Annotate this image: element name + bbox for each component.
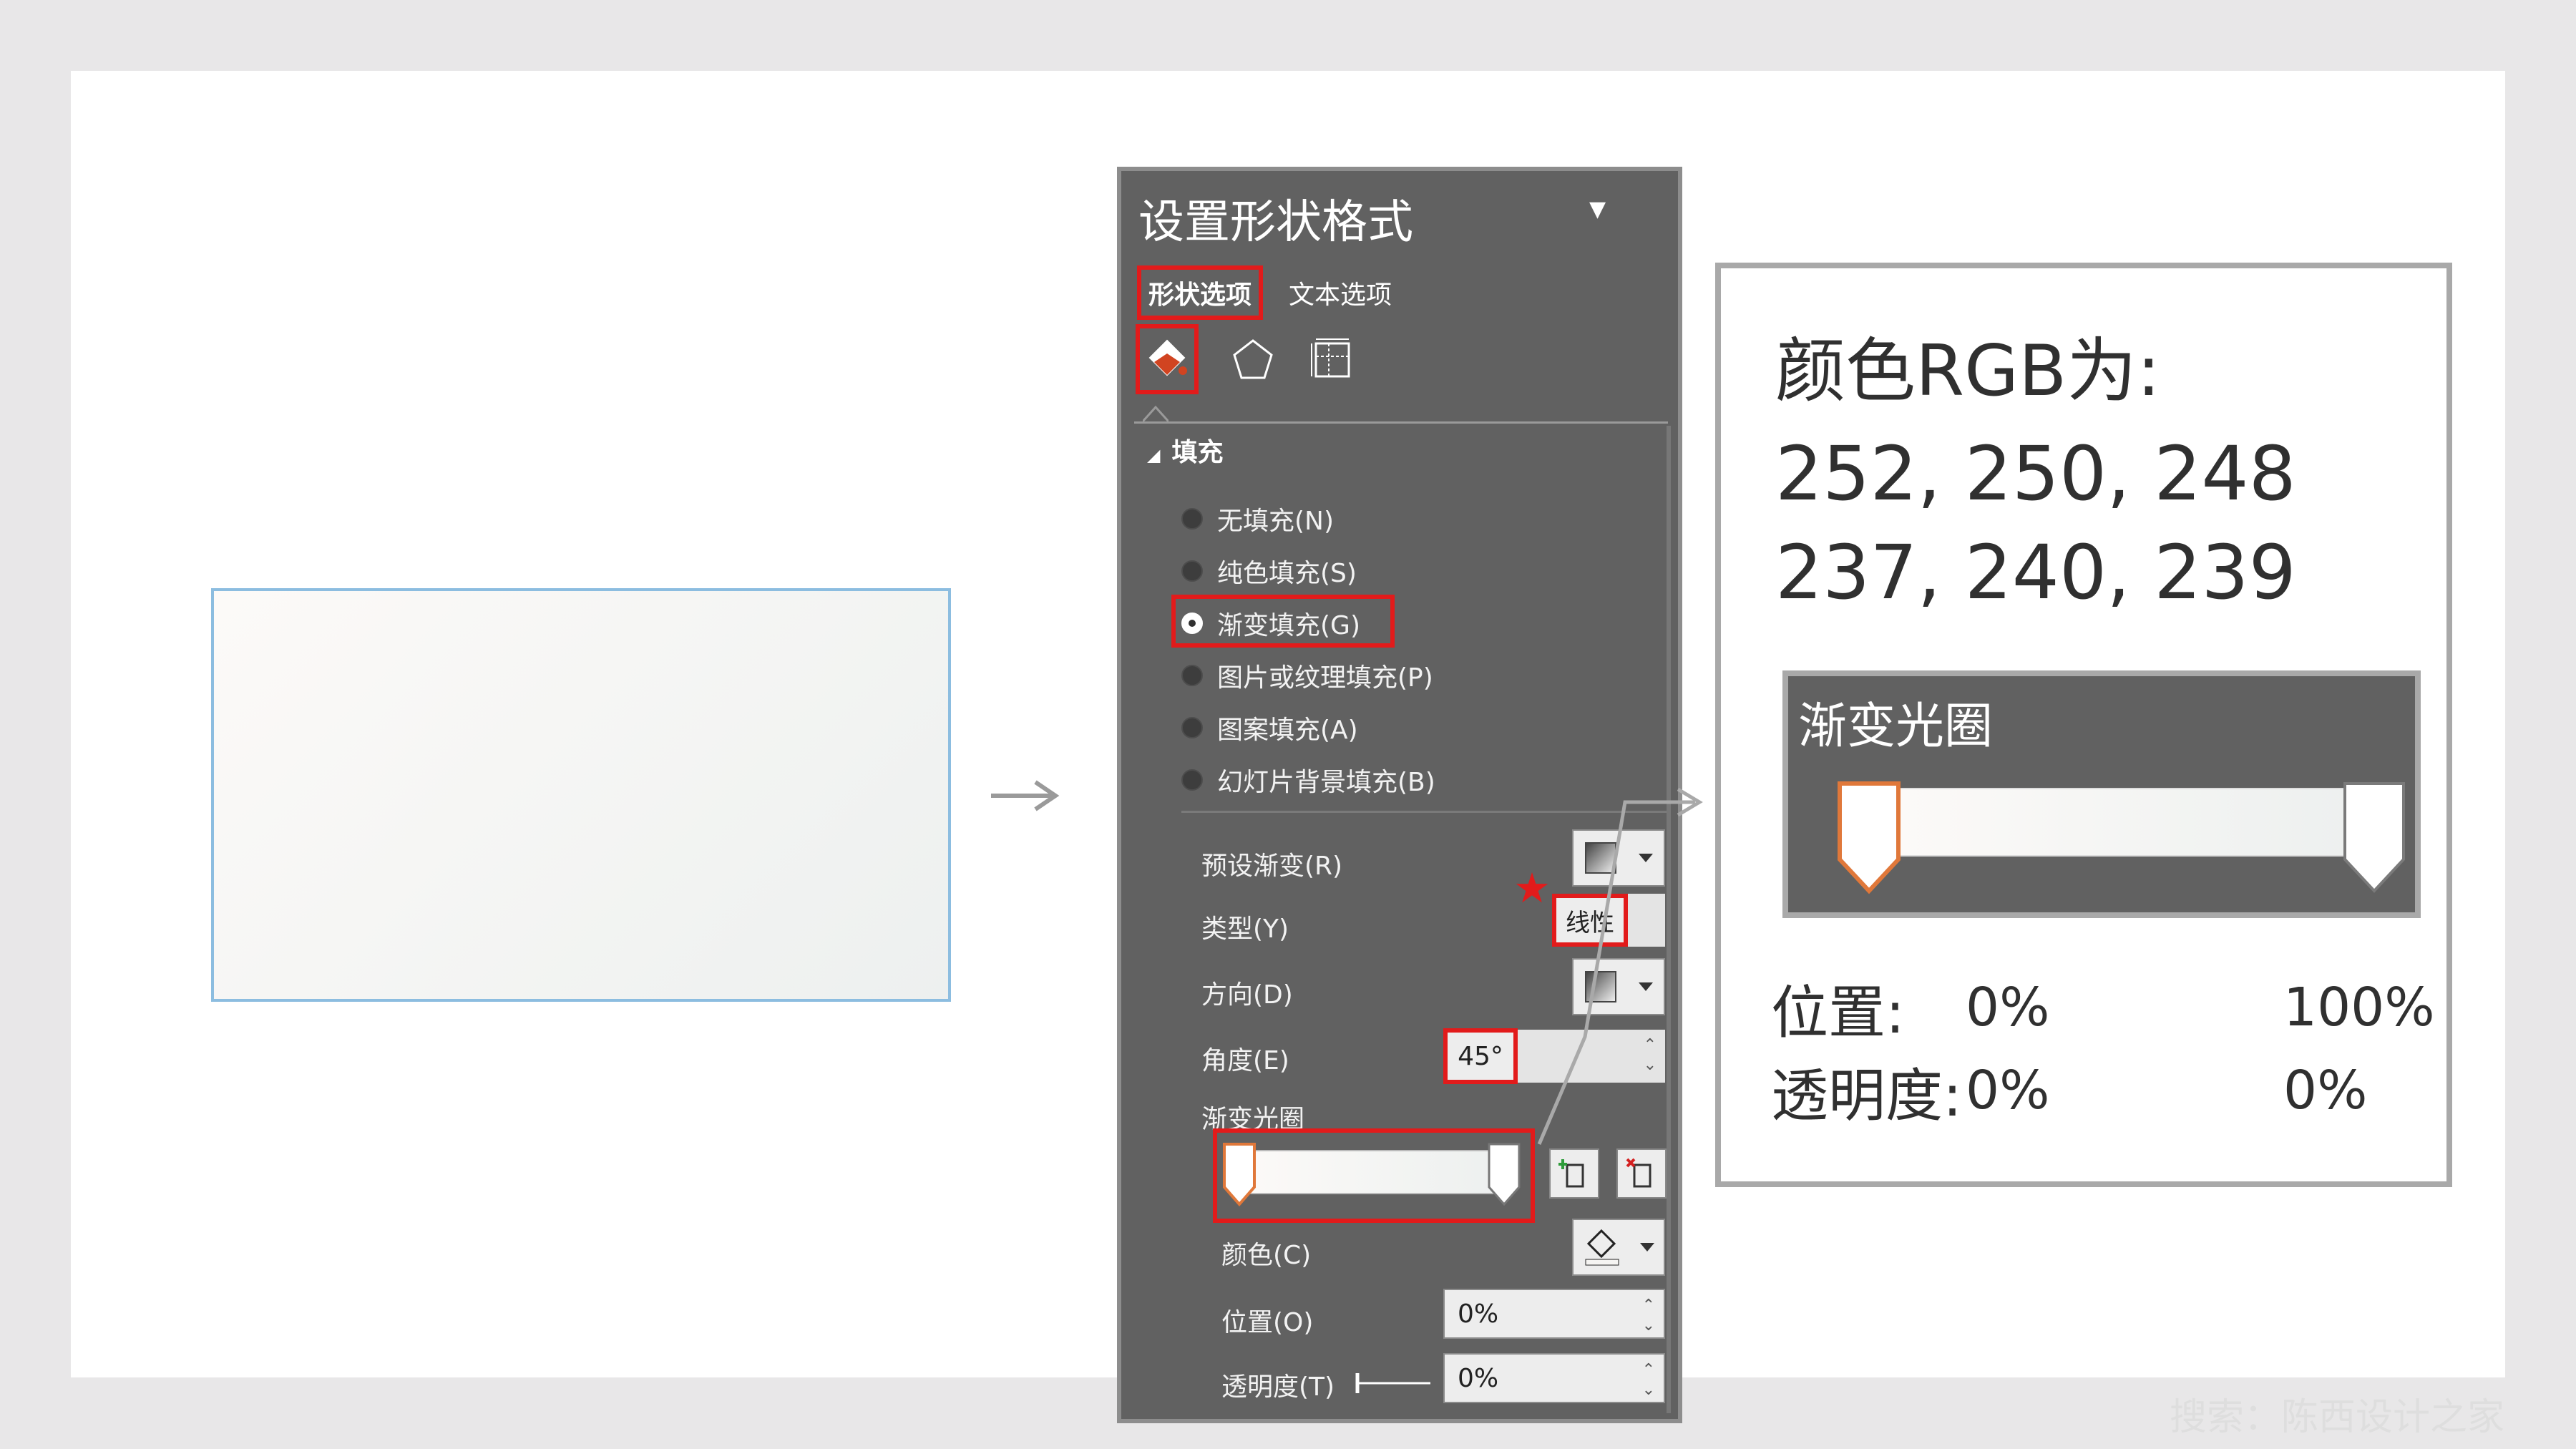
radio-label: 图案填充(A) [1217,716,1358,745]
tab-shape-options[interactable]: 形状选项 [1137,265,1264,320]
radio-solid-fill[interactable]: 纯色填充(S) [1181,550,1357,592]
arrow-right-icon [991,780,1060,811]
radio-indicator[interactable] [1181,560,1203,582]
section-fill-header[interactable]: ◢ 填充 [1147,431,1223,469]
position-input[interactable]: 0% ⌃ ⌄ [1443,1289,1665,1339]
radio-label: 无填充(N) [1217,507,1335,536]
radio-label: 纯色填充(S) [1217,559,1357,588]
angle-label: 角度(E) [1201,1046,1289,1075]
callout-transparency-label: 透明度: [1771,1063,1962,1129]
size-grid-icon [1311,338,1350,378]
radio-no-fill[interactable]: 无填充(N) [1181,497,1334,540]
radio-indicator[interactable] [1181,508,1203,530]
callout-stop-left [1838,781,1901,894]
position-label: 位置(O) [1221,1308,1314,1337]
spinner-arrows-icon[interactable]: ⌃ ⌄ [1642,1296,1655,1336]
rgb-start-value: 252, 250, 248 [1775,430,2296,517]
effects-tab[interactable] [1221,324,1284,394]
spinner-arrows-icon[interactable]: ⌃ ⌄ [1642,1360,1655,1400]
transparency-input[interactable]: 0% ⌃ ⌄ [1443,1353,1665,1403]
callout-gradient-stops-title: 渐变光圈 [1798,698,1994,755]
gradient-preview-shape[interactable] [211,588,951,1002]
radio-slide-background-fill[interactable]: 幻灯片背景填充(B) [1181,758,1435,801]
callout-stop-right-transparency: 0% [2283,1060,2368,1121]
paint-bucket-color-icon [1585,1229,1619,1266]
panel-menu-icon[interactable]: ▼ [1589,197,1606,222]
preset-gradient-label: 预设渐变(R) [1201,852,1343,881]
color-picker-dropdown[interactable] [1572,1219,1665,1276]
transparency-label: 透明度(T) [1221,1372,1335,1402]
callout-stop-right [2343,782,2405,893]
dropdown-arrow-icon [1640,1243,1654,1252]
pentagon-icon [1233,339,1273,379]
tab-text-options[interactable]: 文本选项 [1289,265,1392,320]
paint-bucket-icon [1148,339,1187,376]
section-fill-label: 填充 [1171,438,1224,467]
tab-pointer [1143,405,1169,423]
panel-title: 设置形状格式 [1138,196,1413,249]
position-value: 0% [1458,1299,1499,1329]
fill-line-tab[interactable] [1136,324,1199,394]
callout-gradient-stops-box: 渐变光圈 [1782,670,2421,918]
panel-divider [1134,421,1668,424]
callout-title: 颜色RGB为: [1775,331,2161,412]
transparency-slider[interactable] [1355,1369,1433,1397]
direction-label: 方向(D) [1201,980,1293,1010]
transparency-value: 0% [1458,1363,1499,1393]
gradient-fill-highlight [1171,595,1395,648]
radio-label: 幻灯片背景填充(B) [1217,768,1435,797]
callout-stop-right-position: 100% [2283,977,2435,1038]
radio-label: 图片或纹理填充(P) [1217,663,1433,693]
callout-stop-left-position: 0% [1966,977,2050,1038]
radio-indicator[interactable] [1181,717,1203,738]
callout-stop-left-transparency: 0% [1966,1060,2050,1121]
connector-line [1537,787,1703,1145]
collapse-triangle-icon: ◢ [1147,445,1161,465]
callout-position-label: 位置: [1771,980,1905,1046]
type-label: 类型(Y) [1201,914,1289,944]
radio-picture-fill[interactable]: 图片或纹理填充(P) [1181,654,1433,697]
color-label: 颜色(C) [1221,1241,1312,1270]
rgb-end-value: 237, 240, 239 [1775,529,2296,616]
callout-gradient-bar [1888,788,2355,857]
radio-indicator[interactable] [1181,665,1203,686]
watermark-text: 搜索：陈西设计之家 [2169,1396,2504,1439]
slide: 设置形状格式 ▼ 形状选项 文本选项 ◢ 填充 无填充(N) 纯色填充(S) 渐… [71,71,2505,1423]
radio-pattern-fill[interactable]: 图案填充(A) [1181,706,1358,749]
size-properties-tab[interactable] [1300,324,1363,394]
rgb-callout: 颜色RGB为: 252, 250, 248 237, 240, 239 渐变光圈… [1715,263,2452,1187]
radio-indicator[interactable] [1181,769,1203,791]
